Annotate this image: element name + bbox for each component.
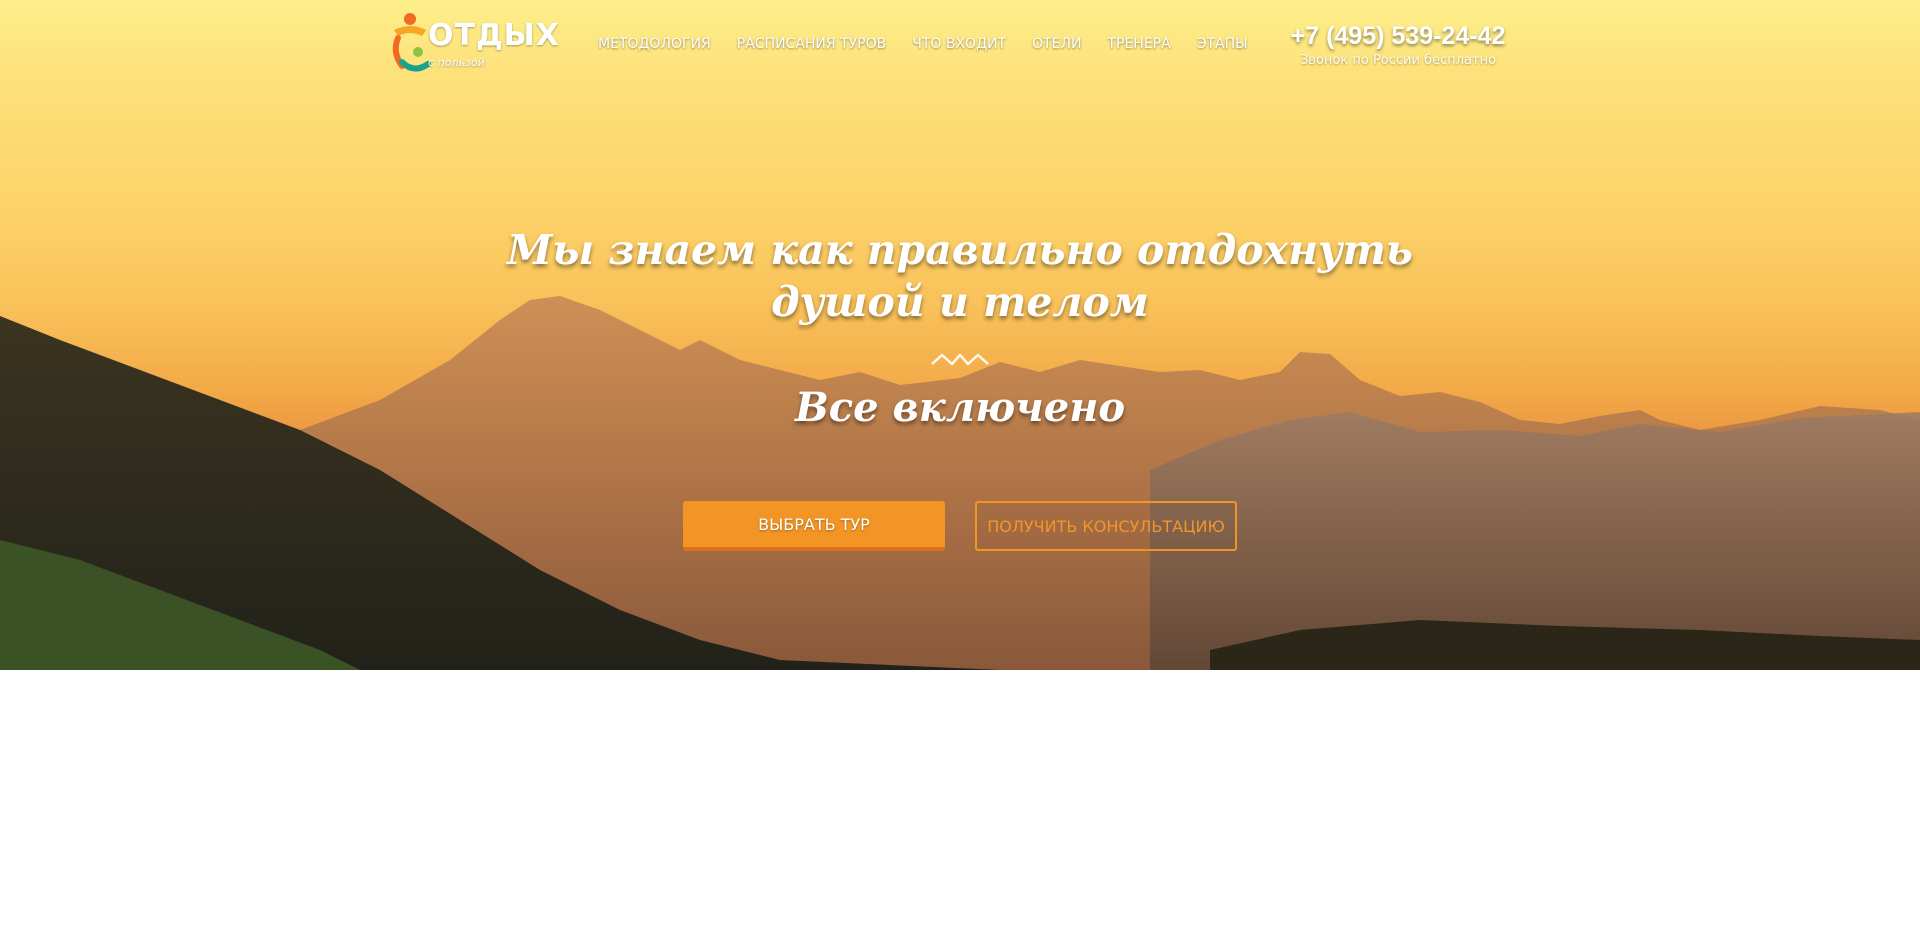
hero-subheadline: Все включено xyxy=(794,384,1126,431)
logo-figures-icon xyxy=(392,13,431,72)
phone-note: Звонок по России бесплатно xyxy=(1299,53,1497,68)
logo-tagline: с пользой xyxy=(428,56,485,69)
logo-wordmark: ОТДЫХ xyxy=(428,18,560,53)
phone-number[interactable]: +7 (495) 539-24-42 xyxy=(1288,22,1508,51)
mountain-background xyxy=(0,296,1920,670)
nav-item-stages[interactable]: ЭТАПЫ xyxy=(1197,36,1248,52)
nav-item-hotels[interactable]: ОТЕЛИ xyxy=(1032,36,1081,52)
hero-headline: Мы знаем как правильно отдохнуть душой и… xyxy=(507,226,1413,326)
nav-item-whats-included[interactable]: ЧТО ВХОДИТ xyxy=(912,36,1006,52)
contact-block: +7 (495) 539-24-42 Звонок по России бесп… xyxy=(1288,22,1508,68)
site-logo[interactable]: ОТДЫХ с пользой xyxy=(388,12,559,80)
nav-item-tour-schedule[interactable]: РАСПИСАНИЯ ТУРОВ xyxy=(737,36,886,52)
site-header: ОТДЫХ с пользой МЕТОДОЛОГИЯ РАСПИСАНИЯ Т… xyxy=(0,0,1920,90)
main-nav: МЕТОДОЛОГИЯ РАСПИСАНИЯ ТУРОВ ЧТО ВХОДИТ … xyxy=(598,36,1273,52)
zigzag-divider-icon xyxy=(931,353,989,366)
nav-item-trainers[interactable]: ТРЕНЕРА xyxy=(1107,36,1170,52)
choose-tour-button[interactable]: ВЫБРАТЬ ТУР xyxy=(683,501,945,551)
hero-section: ОТДЫХ с пользой МЕТОДОЛОГИЯ РАСПИСАНИЯ Т… xyxy=(0,0,1920,670)
nav-item-methodology[interactable]: МЕТОДОЛОГИЯ xyxy=(598,36,711,52)
get-consultation-button[interactable]: ПОЛУЧИТЬ КОНСУЛЬТАЦИЮ xyxy=(975,501,1237,551)
content-area xyxy=(0,670,1920,937)
